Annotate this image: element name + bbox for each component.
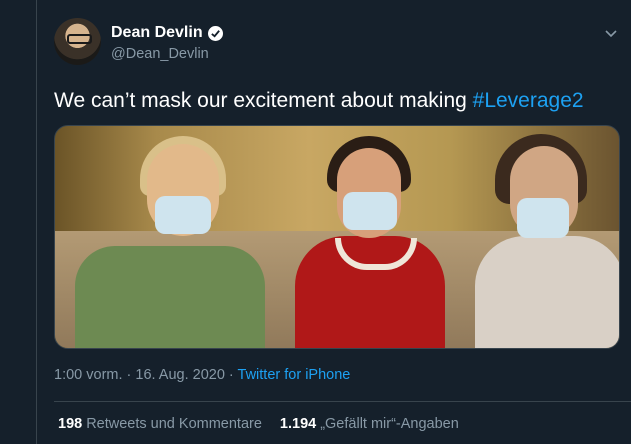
hashtag-link[interactable]: #Leverage2 bbox=[473, 89, 584, 112]
likes-label: „Gefällt mir“-Angaben bbox=[320, 416, 459, 432]
photo-mask-3 bbox=[517, 198, 569, 238]
tweet-source-link[interactable]: Twitter for iPhone bbox=[238, 367, 351, 383]
author-name-row[interactable]: Dean Devlin bbox=[111, 24, 223, 42]
retweets-stat[interactable]: 198 Retweets und Kommentare bbox=[58, 416, 262, 432]
author-name[interactable]: Dean Devlin bbox=[111, 24, 203, 42]
avatar-glasses bbox=[67, 34, 92, 44]
timeline-thread-line bbox=[36, 0, 37, 444]
photo-mask-2 bbox=[343, 192, 397, 230]
tweet-meta: 1:00 vorm. · 16. Aug. 2020 · Twitter for… bbox=[54, 367, 350, 383]
author-handle[interactable]: @Dean_Devlin bbox=[111, 46, 209, 62]
divider bbox=[54, 401, 631, 402]
tweet-stats: 198 Retweets und Kommentare 1.194 „Gefällt… bbox=[58, 416, 459, 432]
photo-person-3-body bbox=[475, 236, 619, 348]
photo-person-1-body bbox=[75, 246, 265, 348]
tweet-text: We can’t mask our excitement about makin… bbox=[54, 89, 584, 113]
likes-stat[interactable]: 1.194 „Gefällt mir“-Angaben bbox=[280, 416, 459, 432]
tweet-body: We can’t mask our excitement about makin… bbox=[54, 89, 473, 112]
likes-count: 1.194 bbox=[279, 416, 317, 432]
tweet-timestamp[interactable]: 1:00 vorm. · 16. Aug. 2020 · bbox=[54, 367, 238, 383]
verified-badge-icon bbox=[207, 25, 223, 41]
avatar[interactable] bbox=[54, 18, 101, 65]
chevron-down-icon[interactable] bbox=[604, 26, 618, 44]
retweets-count: 198 bbox=[58, 416, 83, 432]
photo-mask-1 bbox=[155, 196, 211, 234]
retweets-label: Retweets und Kommentare bbox=[86, 416, 262, 432]
tweet-media-image[interactable] bbox=[54, 125, 620, 349]
